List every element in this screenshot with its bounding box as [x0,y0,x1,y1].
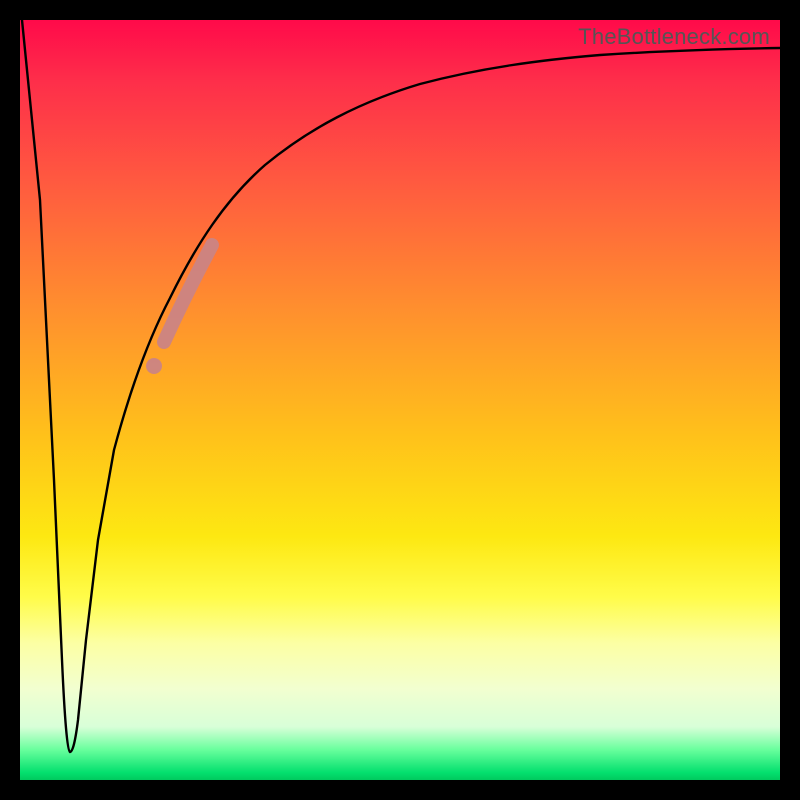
chart-svg [20,20,780,780]
curve-highlight-dot [146,358,162,374]
bottleneck-curve [22,20,780,752]
chart-frame: TheBottleneck.com [0,0,800,800]
plot-area: TheBottleneck.com [20,20,780,780]
